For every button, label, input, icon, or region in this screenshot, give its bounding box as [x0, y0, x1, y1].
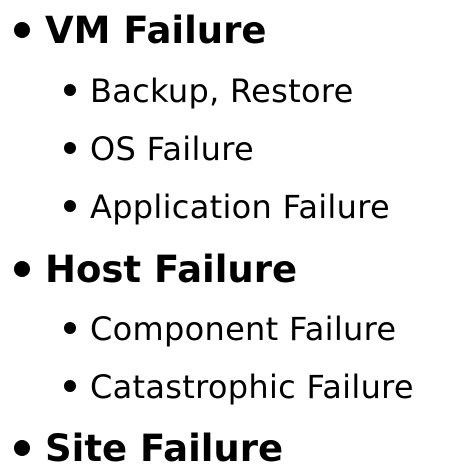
outline-subitem-catastrophic-failure: Catastrophic Failure — [64, 371, 414, 403]
outline-subitem-application-failure: Application Failure — [64, 191, 390, 223]
bullet-icon — [14, 260, 30, 277]
outline-item-host-failure: Host Failure — [14, 251, 297, 288]
bullet-outline: VM Failure Backup, Restore OS Failure Ap… — [0, 0, 458, 476]
outline-subitem-label: Backup, Restore — [90, 72, 354, 110]
outline-subitem-label: Application Failure — [90, 188, 390, 226]
outline-subitem-os-failure: OS Failure — [64, 133, 254, 165]
bullet-icon — [64, 322, 76, 334]
outline-item-label: Site Failure — [45, 427, 284, 470]
bullet-icon — [14, 439, 30, 456]
outline-subitem-component-failure: Component Failure — [64, 313, 396, 345]
bullet-icon — [64, 84, 76, 96]
outline-item-vm-failure: VM Failure — [14, 12, 266, 49]
outline-subitem-backup-restore: Backup, Restore — [64, 75, 354, 107]
outline-item-label: Host Failure — [45, 248, 298, 291]
outline-item-label: VM Failure — [45, 9, 267, 52]
outline-item-site-failure: Site Failure — [14, 430, 283, 467]
bullet-icon — [64, 380, 76, 392]
bullet-icon — [64, 142, 76, 154]
outline-subitem-label: Catastrophic Failure — [90, 368, 414, 406]
bullet-icon — [64, 200, 76, 212]
outline-subitem-label: OS Failure — [90, 130, 254, 168]
outline-subitem-label: Component Failure — [90, 310, 397, 348]
bullet-icon — [14, 21, 30, 38]
